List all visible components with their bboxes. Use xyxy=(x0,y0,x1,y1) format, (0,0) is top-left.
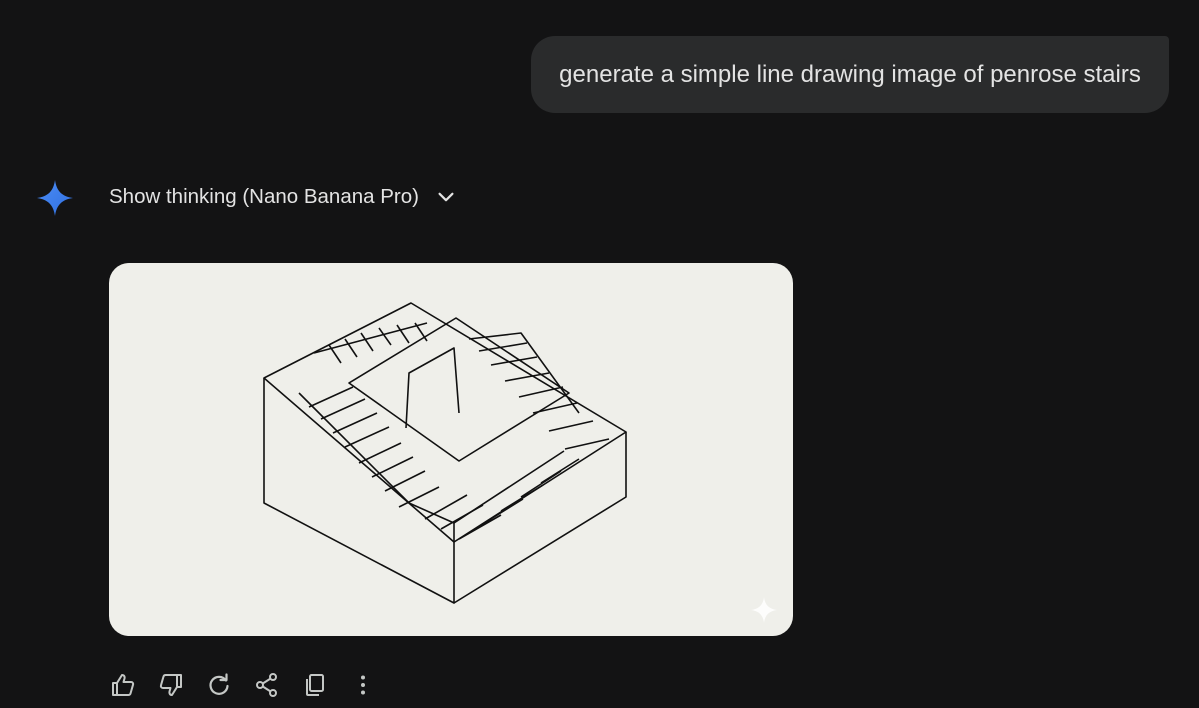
share-button[interactable] xyxy=(252,670,282,700)
gemini-spark-icon xyxy=(37,180,73,216)
generated-image[interactable] xyxy=(109,263,793,636)
thumbs-up-icon xyxy=(112,674,135,696)
response-actions xyxy=(108,670,396,700)
thumbs-down-icon xyxy=(159,674,182,696)
copy-icon xyxy=(306,674,324,696)
thumbs-down-button[interactable] xyxy=(156,670,186,700)
penrose-stairs-drawing xyxy=(263,302,627,604)
show-thinking-toggle[interactable]: Show thinking (Nano Banana Pro) xyxy=(109,181,457,213)
user-message-text: generate a simple line drawing image of … xyxy=(559,60,1141,88)
thumbs-up-button[interactable] xyxy=(108,670,138,700)
chevron-down-icon xyxy=(438,192,454,202)
share-icon xyxy=(256,673,277,697)
user-message-bubble: generate a simple line drawing image of … xyxy=(531,36,1169,113)
sparkle-watermark-icon xyxy=(751,597,777,623)
regenerate-button[interactable] xyxy=(204,670,234,700)
show-thinking-label: Show thinking (Nano Banana Pro) xyxy=(109,185,419,208)
more-options-icon xyxy=(361,675,365,695)
copy-button[interactable] xyxy=(300,670,330,700)
more-options-button[interactable] xyxy=(348,670,378,700)
regenerate-icon xyxy=(209,673,229,695)
